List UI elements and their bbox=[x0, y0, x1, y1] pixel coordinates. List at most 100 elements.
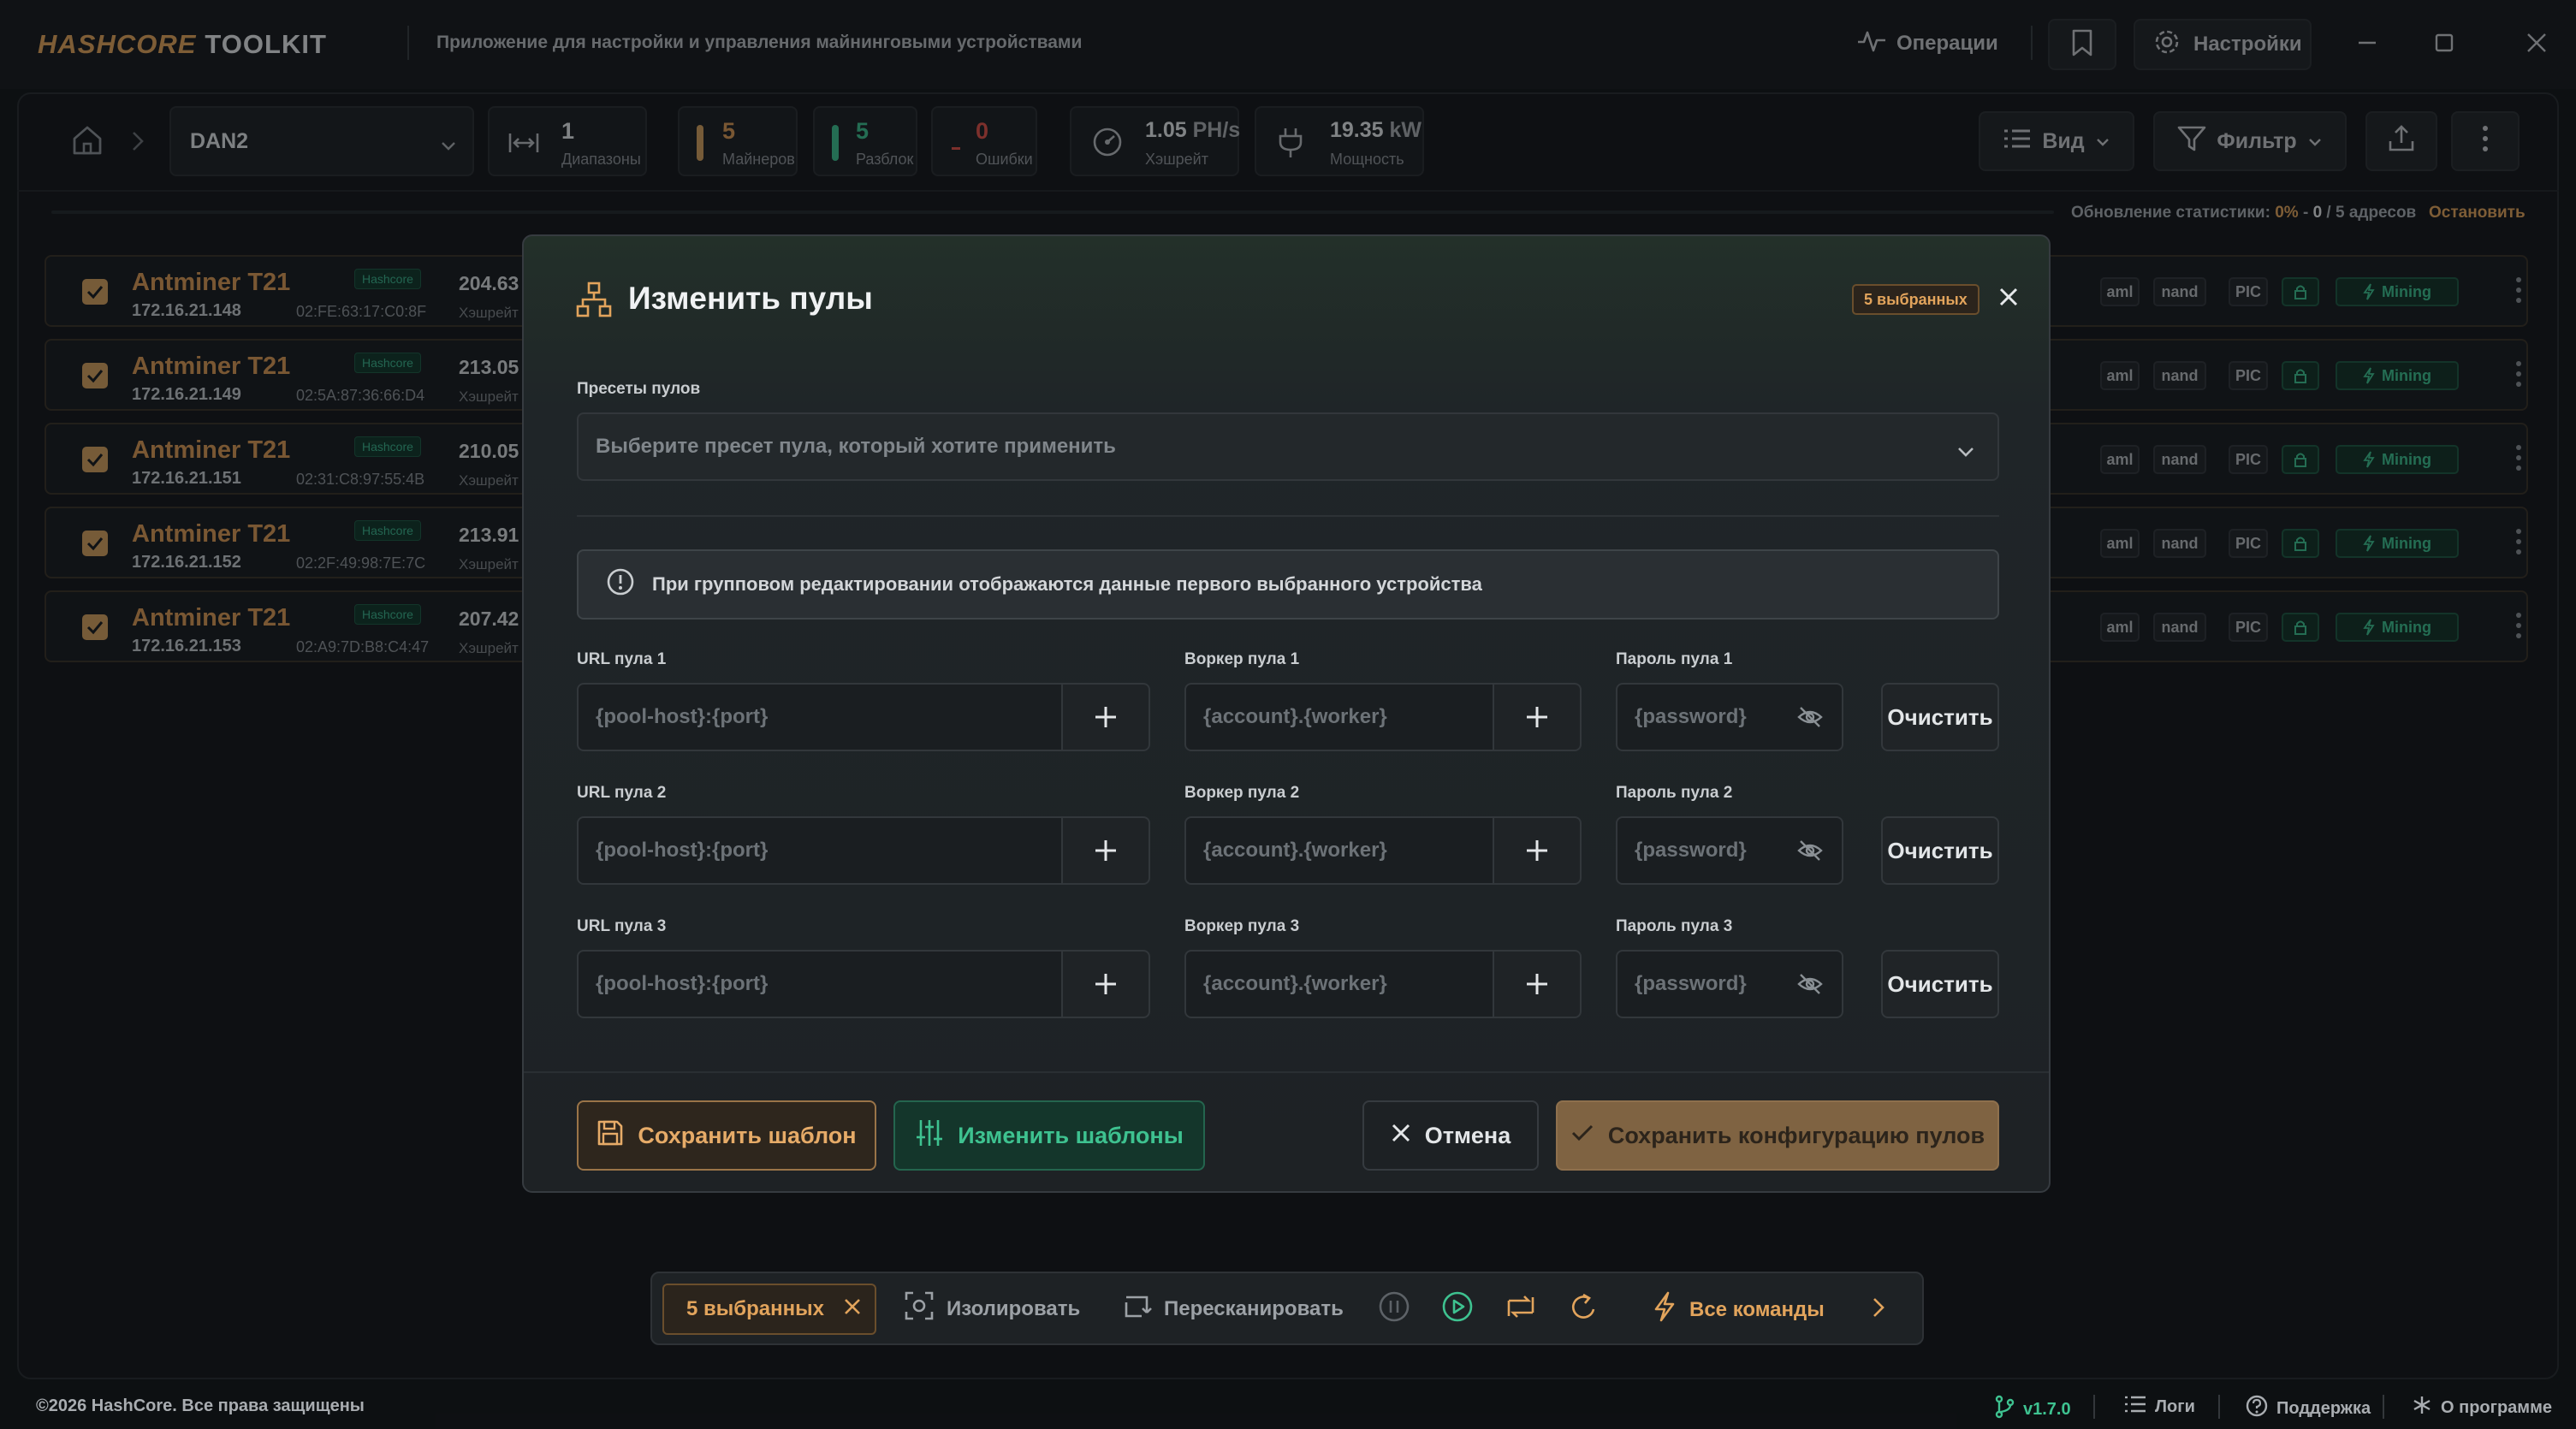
chevron-down-icon bbox=[1956, 440, 1975, 464]
pool-password-placeholder: {password} bbox=[1635, 839, 1747, 862]
pool-worker-input[interactable]: {account}.{worker} bbox=[1184, 683, 1494, 751]
status-divider bbox=[2093, 1395, 2095, 1419]
group-edit-info: При групповом редактировании отображаютс… bbox=[577, 549, 1999, 620]
about-label: О программе bbox=[2441, 1397, 2553, 1417]
pool-password-input[interactable]: {password} bbox=[1616, 816, 1843, 885]
selected-count: 5 выбранных bbox=[686, 1297, 824, 1320]
pool-url-input[interactable]: {pool-host}:{port} bbox=[577, 683, 1063, 751]
network-icon bbox=[575, 281, 613, 323]
modal-title: Изменить пулы bbox=[628, 281, 873, 316]
help-icon bbox=[2246, 1395, 2268, 1422]
status-bar: ©2026 HashCore. Все права защищены v1.7.… bbox=[0, 1381, 2576, 1429]
rescan-label: Пересканировать bbox=[1164, 1296, 1344, 1320]
rescan-icon bbox=[1121, 1290, 1152, 1327]
pool-url-add-button[interactable] bbox=[1063, 816, 1150, 885]
save-icon bbox=[597, 1119, 624, 1153]
power-cycle-button[interactable] bbox=[1568, 1290, 1600, 1327]
pool-worker-input[interactable]: {account}.{worker} bbox=[1184, 816, 1494, 885]
close-icon bbox=[1996, 288, 2021, 313]
logs-link[interactable]: Логи bbox=[2124, 1395, 2195, 1419]
pool-url-add-button[interactable] bbox=[1063, 683, 1150, 751]
pool-url-input[interactable]: {pool-host}:{port} bbox=[577, 950, 1063, 1018]
pool-worker-add-button[interactable] bbox=[1494, 683, 1582, 751]
pool-password-input[interactable]: {password} bbox=[1616, 683, 1843, 751]
edit-templates-button[interactable]: Изменить шаблоны bbox=[893, 1100, 1205, 1171]
pool-clear-button[interactable]: Очистить bbox=[1881, 683, 1999, 751]
pool-password-input[interactable]: {password} bbox=[1616, 950, 1843, 1018]
save-template-label: Сохранить шаблон bbox=[638, 1122, 857, 1148]
pool-worker-input[interactable]: {account}.{worker} bbox=[1184, 950, 1494, 1018]
clear-selection-icon[interactable] bbox=[843, 1297, 862, 1322]
pool-url-add-button[interactable] bbox=[1063, 950, 1150, 1018]
version-label: v1.7.0 bbox=[2023, 1399, 2071, 1419]
pool-worker-label: Воркер пула 1 bbox=[1184, 650, 1300, 668]
close-icon bbox=[1391, 1123, 1411, 1149]
modal-footer-divider bbox=[524, 1071, 2049, 1073]
support-link[interactable]: Поддержка bbox=[2246, 1395, 2371, 1422]
sliders-icon bbox=[915, 1118, 944, 1153]
selection-action-bar: 5 выбранных Изолировать Пересканировать … bbox=[650, 1272, 1924, 1345]
refresh-icon bbox=[1568, 1293, 1600, 1326]
save-template-button[interactable]: Сохранить шаблон bbox=[577, 1100, 876, 1171]
check-icon bbox=[1570, 1123, 1594, 1149]
status-divider bbox=[2218, 1395, 2220, 1419]
pool-password-label: Пароль пула 3 bbox=[1616, 917, 1733, 935]
reboot-button[interactable] bbox=[1505, 1290, 1537, 1327]
action-bar-next-button[interactable] bbox=[1871, 1296, 1886, 1324]
pool-worker-label: Воркер пула 3 bbox=[1184, 917, 1300, 935]
lightning-icon bbox=[1652, 1290, 1677, 1329]
pool-url-label: URL пула 3 bbox=[577, 917, 667, 935]
pause-button[interactable] bbox=[1378, 1290, 1410, 1327]
edit-pools-modal: Изменить пулы 5 выбранных Пресеты пулов … bbox=[522, 234, 2051, 1193]
about-link[interactable]: О программе bbox=[2412, 1395, 2552, 1420]
isolate-button[interactable]: Изолировать bbox=[904, 1290, 1080, 1327]
asterisk-icon bbox=[2412, 1395, 2432, 1420]
plus-icon bbox=[1527, 974, 1547, 994]
pool-preset-select[interactable]: Выберите пресет пула, который хотите при… bbox=[577, 412, 1999, 481]
plus-icon bbox=[1527, 707, 1547, 727]
edit-templates-label: Изменить шаблоны bbox=[958, 1122, 1184, 1148]
eye-off-icon[interactable] bbox=[1797, 972, 1823, 1002]
all-commands-button[interactable]: Все команды bbox=[1652, 1290, 1825, 1329]
pool-password-placeholder: {password} bbox=[1635, 705, 1747, 728]
modal-close-button[interactable] bbox=[1996, 284, 2021, 314]
version-link[interactable]: v1.7.0 bbox=[1994, 1395, 2071, 1424]
list-icon bbox=[2124, 1395, 2146, 1419]
selected-badge: 5 выбранных bbox=[1852, 284, 1979, 315]
pool-url-label: URL пула 2 bbox=[577, 784, 667, 802]
all-commands-label: Все команды bbox=[1689, 1297, 1825, 1321]
save-pool-config-label: Сохранить конфигурацию пулов bbox=[1607, 1122, 1985, 1148]
eye-off-icon[interactable] bbox=[1797, 705, 1823, 735]
plus-icon bbox=[1527, 840, 1547, 861]
modal-divider bbox=[577, 515, 1999, 517]
pool-worker-add-button[interactable] bbox=[1494, 950, 1582, 1018]
play-button[interactable] bbox=[1441, 1290, 1474, 1327]
support-label: Поддержка bbox=[2276, 1398, 2371, 1418]
status-divider bbox=[2383, 1395, 2384, 1419]
pool-url-input[interactable]: {pool-host}:{port} bbox=[577, 816, 1063, 885]
pool-clear-button[interactable]: Очистить bbox=[1881, 816, 1999, 885]
presets-label: Пресеты пулов bbox=[577, 380, 701, 398]
pool-preset-placeholder: Выберите пресет пула, который хотите при… bbox=[596, 435, 1116, 458]
cancel-button[interactable]: Отмена bbox=[1362, 1100, 1539, 1171]
selected-count-chip[interactable]: 5 выбранных bbox=[662, 1284, 876, 1335]
play-icon bbox=[1441, 1291, 1474, 1326]
plus-icon bbox=[1095, 707, 1116, 727]
pool-url-label: URL пула 1 bbox=[577, 650, 667, 668]
plus-icon bbox=[1095, 974, 1116, 994]
eye-off-icon[interactable] bbox=[1797, 839, 1823, 869]
isolate-label: Изолировать bbox=[947, 1296, 1081, 1320]
branch-icon bbox=[1994, 1395, 2015, 1424]
isolate-icon bbox=[904, 1290, 935, 1327]
info-text: При групповом редактировании отображаютс… bbox=[652, 573, 1482, 595]
copyright: ©2026 HashCore. Все права защищены bbox=[36, 1396, 365, 1415]
save-pool-config-button[interactable]: Сохранить конфигурацию пулов bbox=[1556, 1100, 1999, 1171]
pool-clear-button[interactable]: Очистить bbox=[1881, 950, 1999, 1018]
pool-password-label: Пароль пула 2 bbox=[1616, 784, 1733, 802]
pool-worker-label: Воркер пула 2 bbox=[1184, 784, 1300, 802]
cancel-label: Отмена bbox=[1424, 1122, 1511, 1148]
rescan-button[interactable]: Пересканировать bbox=[1121, 1290, 1344, 1327]
logs-label: Логи bbox=[2155, 1396, 2195, 1416]
pool-worker-add-button[interactable] bbox=[1494, 816, 1582, 885]
plus-icon bbox=[1095, 840, 1116, 861]
